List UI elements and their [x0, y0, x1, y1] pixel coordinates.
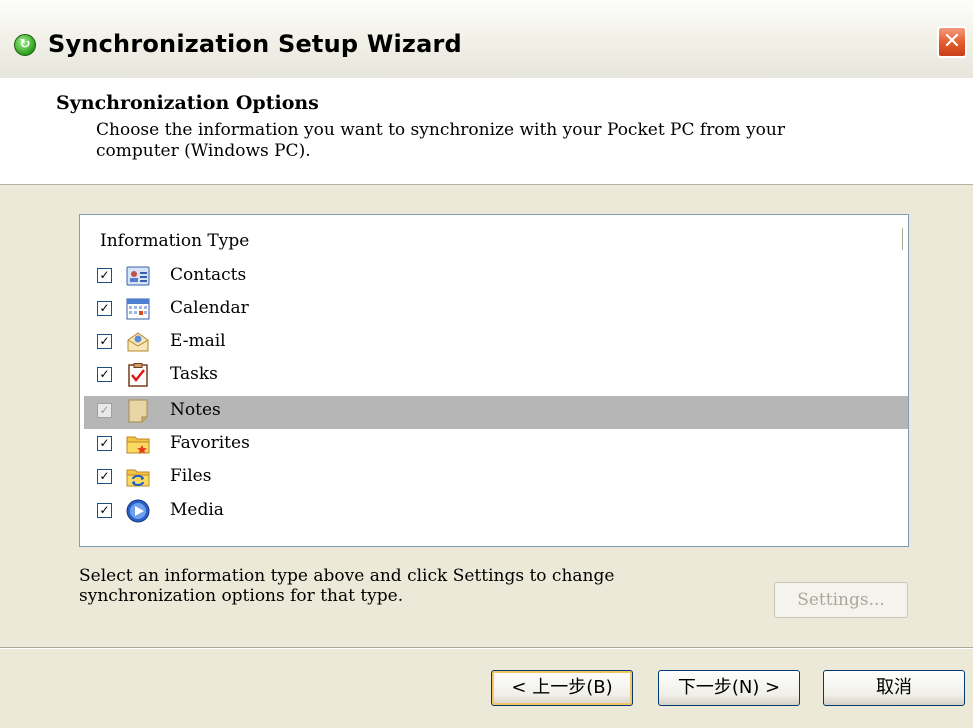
- list-item-label: E-mail: [170, 331, 226, 351]
- calendar-icon: [126, 298, 150, 320]
- list-item-calendar[interactable]: ✓ Calendar: [80, 294, 908, 327]
- list-item-label: Notes: [170, 400, 221, 420]
- footer-divider: [0, 647, 973, 649]
- tasks-checkbox[interactable]: ✓: [97, 367, 112, 382]
- email-icon: [127, 332, 149, 352]
- contacts-icon: [126, 266, 150, 286]
- media-checkbox[interactable]: ✓: [97, 503, 112, 518]
- contacts-checkbox[interactable]: ✓: [97, 268, 112, 283]
- page-subtitle: Choose the information you want to synch…: [96, 120, 785, 161]
- column-header-label: Information Type: [100, 231, 250, 251]
- favorites-checkbox[interactable]: ✓: [97, 436, 112, 451]
- settings-hint-text: Select an information type above and cli…: [79, 566, 615, 606]
- wizard-window: ↻ Synchronization Setup Wizard ✕ Synchro…: [0, 0, 973, 728]
- list-item-contacts[interactable]: ✓ Contacts: [80, 261, 908, 294]
- next-button[interactable]: 下一步(N) >: [658, 670, 800, 706]
- list-item-media[interactable]: ✓ Media: [80, 496, 908, 529]
- information-type-list[interactable]: Information Type ✓ Contacts ✓ Calendar ✓…: [79, 214, 909, 547]
- list-item-email[interactable]: ✓ E-mail: [80, 327, 908, 360]
- list-item-label: Calendar: [170, 298, 249, 318]
- cancel-button[interactable]: 取消: [823, 670, 965, 706]
- settings-button[interactable]: Settings...: [774, 582, 908, 618]
- list-item-label: Favorites: [170, 433, 250, 453]
- list-item-label: Media: [170, 500, 224, 520]
- list-item-files[interactable]: ✓ Files: [80, 462, 908, 495]
- list-item-tasks[interactable]: ✓ Tasks: [80, 360, 908, 393]
- title-bar[interactable]: ↻ Synchronization Setup Wizard ✕: [0, 0, 973, 79]
- list-item-notes[interactable]: ✓ Notes: [84, 396, 908, 429]
- wizard-header: Synchronization Options Choose the infor…: [0, 78, 973, 185]
- notes-checkbox[interactable]: ✓: [97, 403, 112, 418]
- favorites-icon: [126, 436, 150, 454]
- notes-icon: [128, 399, 148, 423]
- list-item-label: Contacts: [170, 265, 247, 285]
- sync-app-icon: ↻: [14, 34, 36, 56]
- email-checkbox[interactable]: ✓: [97, 334, 112, 349]
- files-icon: [126, 469, 150, 487]
- window-title: Synchronization Setup Wizard: [48, 30, 462, 58]
- files-checkbox[interactable]: ✓: [97, 469, 112, 484]
- list-item-favorites[interactable]: ✓ Favorites: [80, 429, 908, 462]
- back-button[interactable]: < 上一步(B): [491, 670, 633, 706]
- list-item-label: Tasks: [170, 364, 218, 384]
- page-title: Synchronization Options: [56, 92, 319, 114]
- column-header[interactable]: Information Type: [80, 215, 908, 255]
- column-resize-handle[interactable]: [902, 228, 906, 250]
- tasks-icon: [128, 363, 148, 387]
- list-item-label: Files: [170, 466, 212, 486]
- calendar-checkbox[interactable]: ✓: [97, 301, 112, 316]
- close-button[interactable]: ✕: [937, 26, 967, 58]
- media-icon: [126, 499, 150, 523]
